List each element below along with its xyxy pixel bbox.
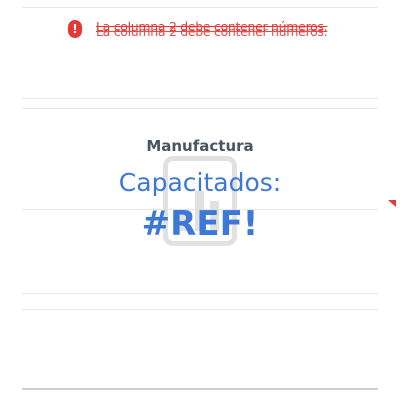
chart-bottom-border: [22, 388, 378, 390]
grid-line: [22, 108, 378, 109]
error-message-shadow: La columna 2 debe contener números.: [96, 24, 328, 39]
grid-line: [22, 293, 378, 294]
grid-line: [22, 7, 378, 8]
edge-marker-icon: [388, 200, 396, 207]
tile-label: Capacitados:: [118, 168, 282, 197]
tile-subtitle: Manufactura: [146, 137, 254, 155]
grid-line: [22, 309, 378, 310]
error-icon: !: [68, 20, 82, 38]
grid-line: [22, 98, 378, 99]
tile-value: #REF!: [141, 204, 259, 244]
